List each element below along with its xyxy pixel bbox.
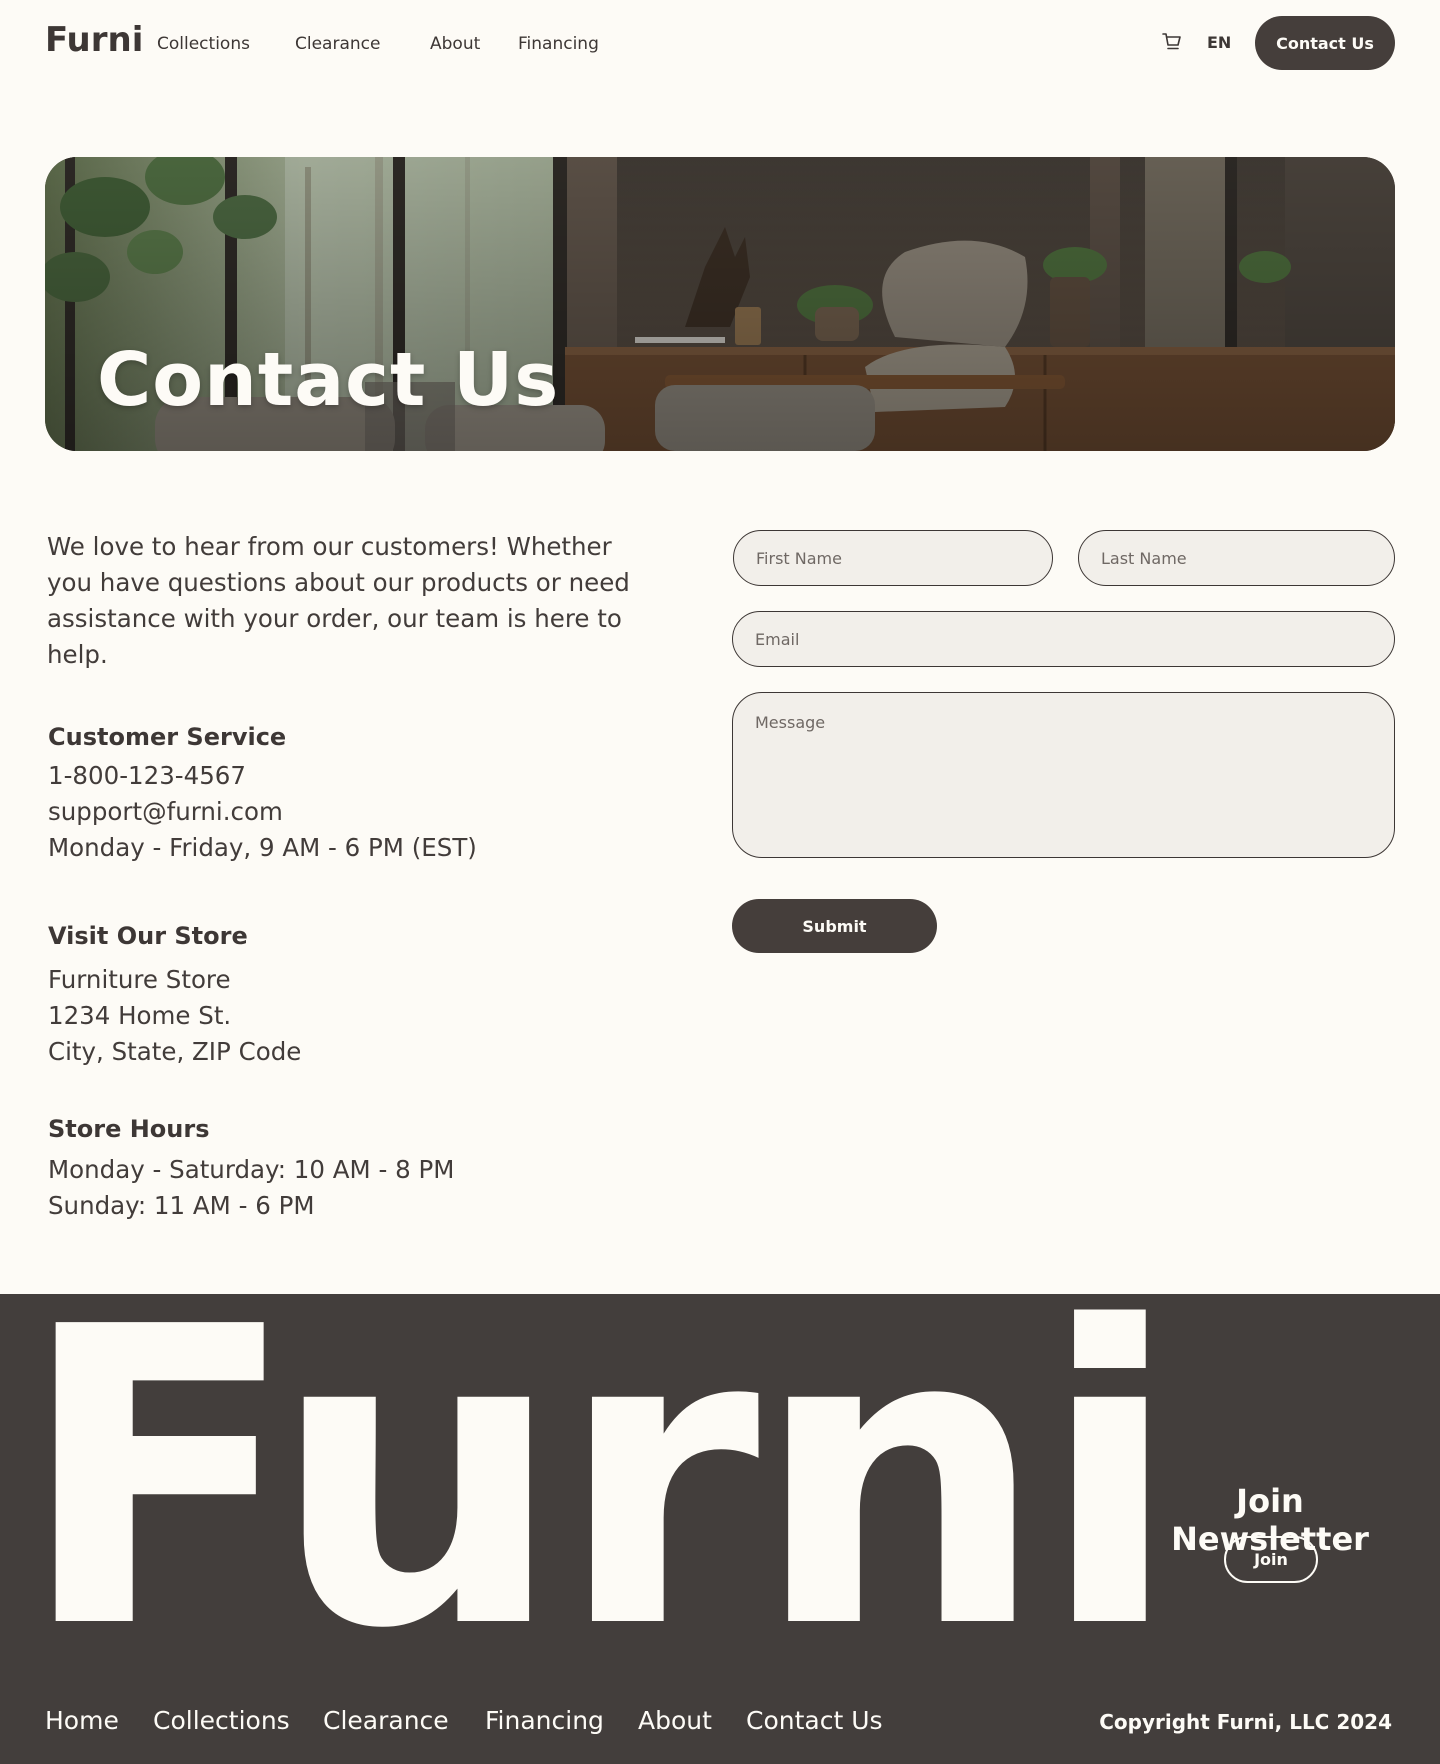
footer-link-clearance[interactable]: Clearance [323, 1706, 449, 1735]
nav-about[interactable]: About [430, 34, 480, 54]
copyright: Copyright Furni, LLC 2024 [1099, 1710, 1392, 1734]
message-field[interactable] [732, 692, 1395, 858]
hero-banner: Contact Us [45, 157, 1395, 451]
last-name-field[interactable] [1078, 530, 1395, 586]
cart-icon[interactable] [1162, 32, 1182, 52]
store-hours-heading: Store Hours [48, 1115, 210, 1143]
customer-service-hours: Monday - Friday, 9 AM - 6 PM (EST) [48, 833, 477, 862]
footer-link-contact[interactable]: Contact Us [746, 1706, 883, 1735]
email-field[interactable] [732, 611, 1395, 667]
first-name-field[interactable] [733, 530, 1053, 586]
store-hours-sunday: Sunday: 11 AM - 6 PM [48, 1191, 315, 1220]
store-hours-weekdays: Monday - Saturday: 10 AM - 8 PM [48, 1155, 455, 1184]
site-header: Furni Collections Clearance About Financ… [0, 0, 1440, 92]
nav-collections[interactable]: Collections [157, 34, 250, 54]
nav-clearance[interactable]: Clearance [295, 34, 380, 54]
footer-link-about[interactable]: About [638, 1706, 712, 1735]
store-street: 1234 Home St. [48, 1001, 232, 1030]
footer-link-collections[interactable]: Collections [153, 1706, 290, 1735]
customer-service-email[interactable]: support@furni.com [48, 797, 283, 826]
footer-link-financing[interactable]: Financing [485, 1706, 604, 1735]
visit-store-heading: Visit Our Store [48, 922, 248, 950]
join-newsletter-button[interactable]: Join [1224, 1536, 1318, 1583]
nav-financing[interactable]: Financing [518, 34, 599, 54]
logo[interactable]: Furni [45, 20, 143, 60]
footer-big-logo: Furni [18, 1294, 1180, 1718]
site-footer: Furni Join Newsletter Join Home Collecti… [0, 1294, 1440, 1764]
footer-link-home[interactable]: Home [45, 1706, 119, 1735]
contact-us-button[interactable]: Contact Us [1255, 16, 1395, 70]
store-city: City, State, ZIP Code [48, 1037, 302, 1066]
customer-service-heading: Customer Service [48, 723, 287, 751]
language-selector[interactable]: EN [1207, 33, 1231, 52]
store-name: Furniture Store [48, 965, 231, 994]
intro-text: We love to hear from our customers! Whet… [47, 532, 630, 669]
hero-title: Contact Us [97, 337, 560, 423]
customer-service-phone[interactable]: 1-800-123-4567 [48, 761, 246, 790]
submit-button[interactable]: Submit [732, 899, 937, 953]
